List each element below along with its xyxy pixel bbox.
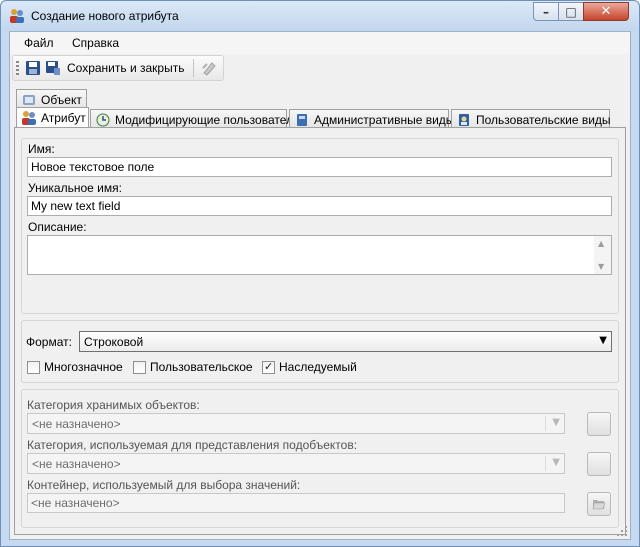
chevron-down-icon: ▼	[599, 335, 607, 346]
tab-modifying-users[interactable]: Модифицирующие пользователи	[90, 109, 300, 129]
subobjects-value: <не назначено>	[32, 457, 121, 471]
scroll-down-icon[interactable]: ▼	[598, 262, 604, 271]
maximize-icon: □	[565, 4, 577, 19]
users-icon	[10, 9, 24, 23]
inherited-checkbox[interactable]: ✓	[262, 360, 275, 374]
chevron-down-icon: ▼	[552, 417, 560, 428]
maximize-button[interactable]: □	[558, 2, 584, 21]
tab-admin-views-label: Административные виды	[314, 113, 455, 127]
unique-name-label: Уникальное имя:	[28, 181, 122, 195]
subobjects-button[interactable]	[587, 452, 611, 476]
tab-object-label: Объект	[41, 93, 82, 107]
categories-group: Категория хранимых объектов: <не назначе…	[21, 389, 619, 528]
toolbar: Сохранить и закрыть	[12, 55, 224, 81]
save-icon[interactable]	[25, 60, 41, 76]
dialog-window: Создание нового атрибута – □ ✕ Файл Спра…	[0, 0, 640, 547]
stored-objects-label: Категория хранимых объектов:	[27, 398, 200, 412]
toolbar-grip-icon[interactable]	[16, 61, 19, 76]
resize-grip-icon[interactable]	[616, 525, 628, 537]
menu-bar: Файл Справка	[10, 32, 630, 54]
description-field[interactable]: ▲ ▼	[27, 235, 612, 275]
name-field[interactable]: Новое текстовое поле	[27, 157, 612, 177]
multivalued-checkbox[interactable]	[27, 361, 40, 374]
user-book-icon	[459, 114, 469, 126]
title-bar[interactable]: Создание нового атрибута – □ ✕	[1, 1, 639, 31]
attribute-panel: Имя: Новое текстовое поле Уникальное имя…	[14, 127, 626, 535]
scroll-up-icon[interactable]: ▲	[598, 239, 604, 248]
format-select[interactable]: Строковой ▼	[79, 331, 612, 352]
subobjects-select[interactable]: <не назначено> ▼	[27, 453, 565, 474]
close-button[interactable]: ✕	[583, 2, 629, 21]
name-label: Имя:	[28, 142, 55, 156]
tab-attribute[interactable]: Атрибут	[16, 107, 89, 129]
tab-user-views[interactable]: Пользовательские виды	[451, 109, 611, 129]
combo-separator	[545, 416, 546, 431]
folder-open-icon	[592, 500, 606, 510]
checkmark-icon: ✓	[264, 360, 274, 373]
tab-admin-views[interactable]: Административные виды	[289, 109, 454, 129]
description-label: Описание:	[28, 220, 87, 234]
container-browse-button[interactable]	[587, 492, 611, 516]
edit-icon[interactable]	[201, 60, 217, 76]
subobjects-label: Категория, используемая для представлени…	[27, 438, 358, 452]
menu-help[interactable]: Справка	[72, 36, 119, 50]
container-field[interactable]: <не назначено>	[27, 493, 565, 513]
toolbar-separator	[193, 59, 194, 77]
menu-file[interactable]: Файл	[24, 36, 54, 50]
inherited-label: Наследуемый	[279, 360, 357, 374]
stored-objects-button[interactable]	[587, 412, 611, 436]
tab-user-views-label: Пользовательские виды	[476, 113, 611, 127]
stored-objects-value: <не назначено>	[32, 417, 121, 431]
format-group: Формат: Строковой ▼ Многозначное Пользов…	[21, 320, 619, 383]
general-group: Имя: Новое текстовое поле Уникальное имя…	[21, 138, 619, 314]
users-icon	[22, 111, 36, 125]
save-close-label: Сохранить и закрыть	[67, 61, 185, 75]
tab-object[interactable]: Объект	[16, 89, 87, 109]
minimize-icon: –	[543, 4, 549, 19]
book-icon	[297, 114, 307, 126]
chevron-down-icon: ▼	[552, 457, 560, 468]
multivalued-label: Многозначное	[44, 360, 123, 374]
tab-attribute-label: Атрибут	[41, 111, 86, 125]
stored-objects-select[interactable]: <не назначено> ▼	[27, 413, 565, 434]
format-label: Формат:	[26, 335, 72, 349]
close-icon: ✕	[600, 4, 612, 19]
format-value: Строковой	[84, 335, 144, 349]
tab-modifying-users-label: Модифицирующие пользователи	[115, 113, 300, 127]
save-close-icon	[46, 61, 60, 75]
save-close-button[interactable]: Сохранить и закрыть	[45, 56, 191, 80]
unique-name-field[interactable]: My new text field	[27, 196, 612, 216]
minimize-button[interactable]: –	[533, 2, 559, 21]
custom-checkbox[interactable]	[133, 361, 146, 374]
description-scrollbar[interactable]: ▲ ▼	[594, 236, 611, 274]
window-title: Создание нового атрибута	[31, 9, 179, 23]
container-label: Контейнер, используемый для выбора значе…	[27, 478, 301, 492]
combo-separator	[545, 456, 546, 471]
client-area: Файл Справка Сохранить и закрыть Объект …	[9, 31, 631, 540]
object-icon	[23, 95, 35, 105]
clock-refresh-icon	[96, 113, 110, 127]
custom-label: Пользовательское	[150, 360, 253, 374]
